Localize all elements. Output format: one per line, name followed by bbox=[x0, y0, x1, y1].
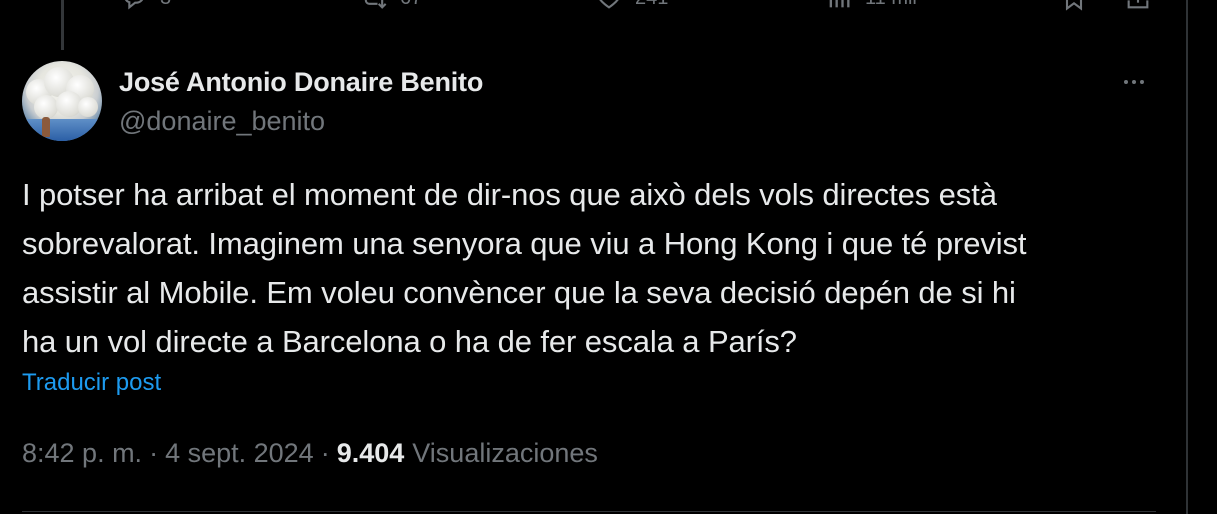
author-handle[interactable]: @donaire_benito bbox=[119, 106, 325, 137]
views-count: 9.404 bbox=[336, 438, 405, 468]
previous-reply-count: 3 bbox=[160, 0, 171, 10]
divider bbox=[22, 511, 1156, 512]
bookmark-icon bbox=[1065, 0, 1083, 11]
more-options-button[interactable] bbox=[1112, 60, 1156, 104]
tweet-date[interactable]: 4 sept. 2024 bbox=[165, 438, 314, 469]
previous-bookmark-button[interactable] bbox=[1060, 0, 1088, 12]
separator: · bbox=[320, 438, 330, 468]
column-border bbox=[1186, 0, 1188, 514]
previous-views-button[interactable]: 11 mil bbox=[825, 0, 917, 12]
previous-like-button[interactable]: 241 bbox=[595, 0, 668, 12]
thread-connector-line bbox=[61, 0, 64, 50]
avatar-person-figure bbox=[42, 117, 50, 137]
tweet-metadata: 8:42 p. m. · 4 sept. 2024 · 9.404 Visual… bbox=[22, 438, 598, 469]
author-name[interactable]: José Antonio Donaire Benito bbox=[119, 67, 483, 98]
more-horizontal-icon bbox=[1122, 80, 1146, 84]
views-chart-icon bbox=[829, 0, 850, 8]
views-label: Visualizaciones bbox=[412, 438, 598, 468]
previous-share-button[interactable] bbox=[1124, 0, 1152, 12]
heart-icon bbox=[599, 0, 619, 9]
author-avatar[interactable] bbox=[22, 61, 102, 141]
translate-post-link[interactable]: Traducir post bbox=[22, 369, 161, 397]
repost-icon bbox=[364, 0, 387, 9]
tweet-text: I potser ha arribat el moment de dir-nos… bbox=[22, 177, 1027, 359]
share-icon bbox=[1127, 0, 1149, 9]
separator: · bbox=[149, 438, 159, 468]
tweet-page: 3 67 241 11 mil bbox=[0, 0, 1217, 514]
avatar-cloud-shape bbox=[78, 97, 98, 117]
previous-repost-button[interactable]: 67 bbox=[360, 0, 422, 12]
avatar-sky bbox=[22, 119, 102, 141]
previous-views-count: 11 mil bbox=[865, 0, 917, 10]
avatar-cloud-shape bbox=[34, 95, 58, 119]
previous-reply-button[interactable]: 3 bbox=[120, 0, 171, 12]
reply-icon bbox=[124, 0, 144, 10]
previous-repost-count: 67 bbox=[400, 0, 422, 10]
tweet-time[interactable]: 8:42 p. m. bbox=[22, 438, 142, 469]
previous-tweet-action-bar: 3 67 241 11 mil bbox=[120, 0, 1160, 12]
previous-like-count: 241 bbox=[635, 0, 668, 10]
